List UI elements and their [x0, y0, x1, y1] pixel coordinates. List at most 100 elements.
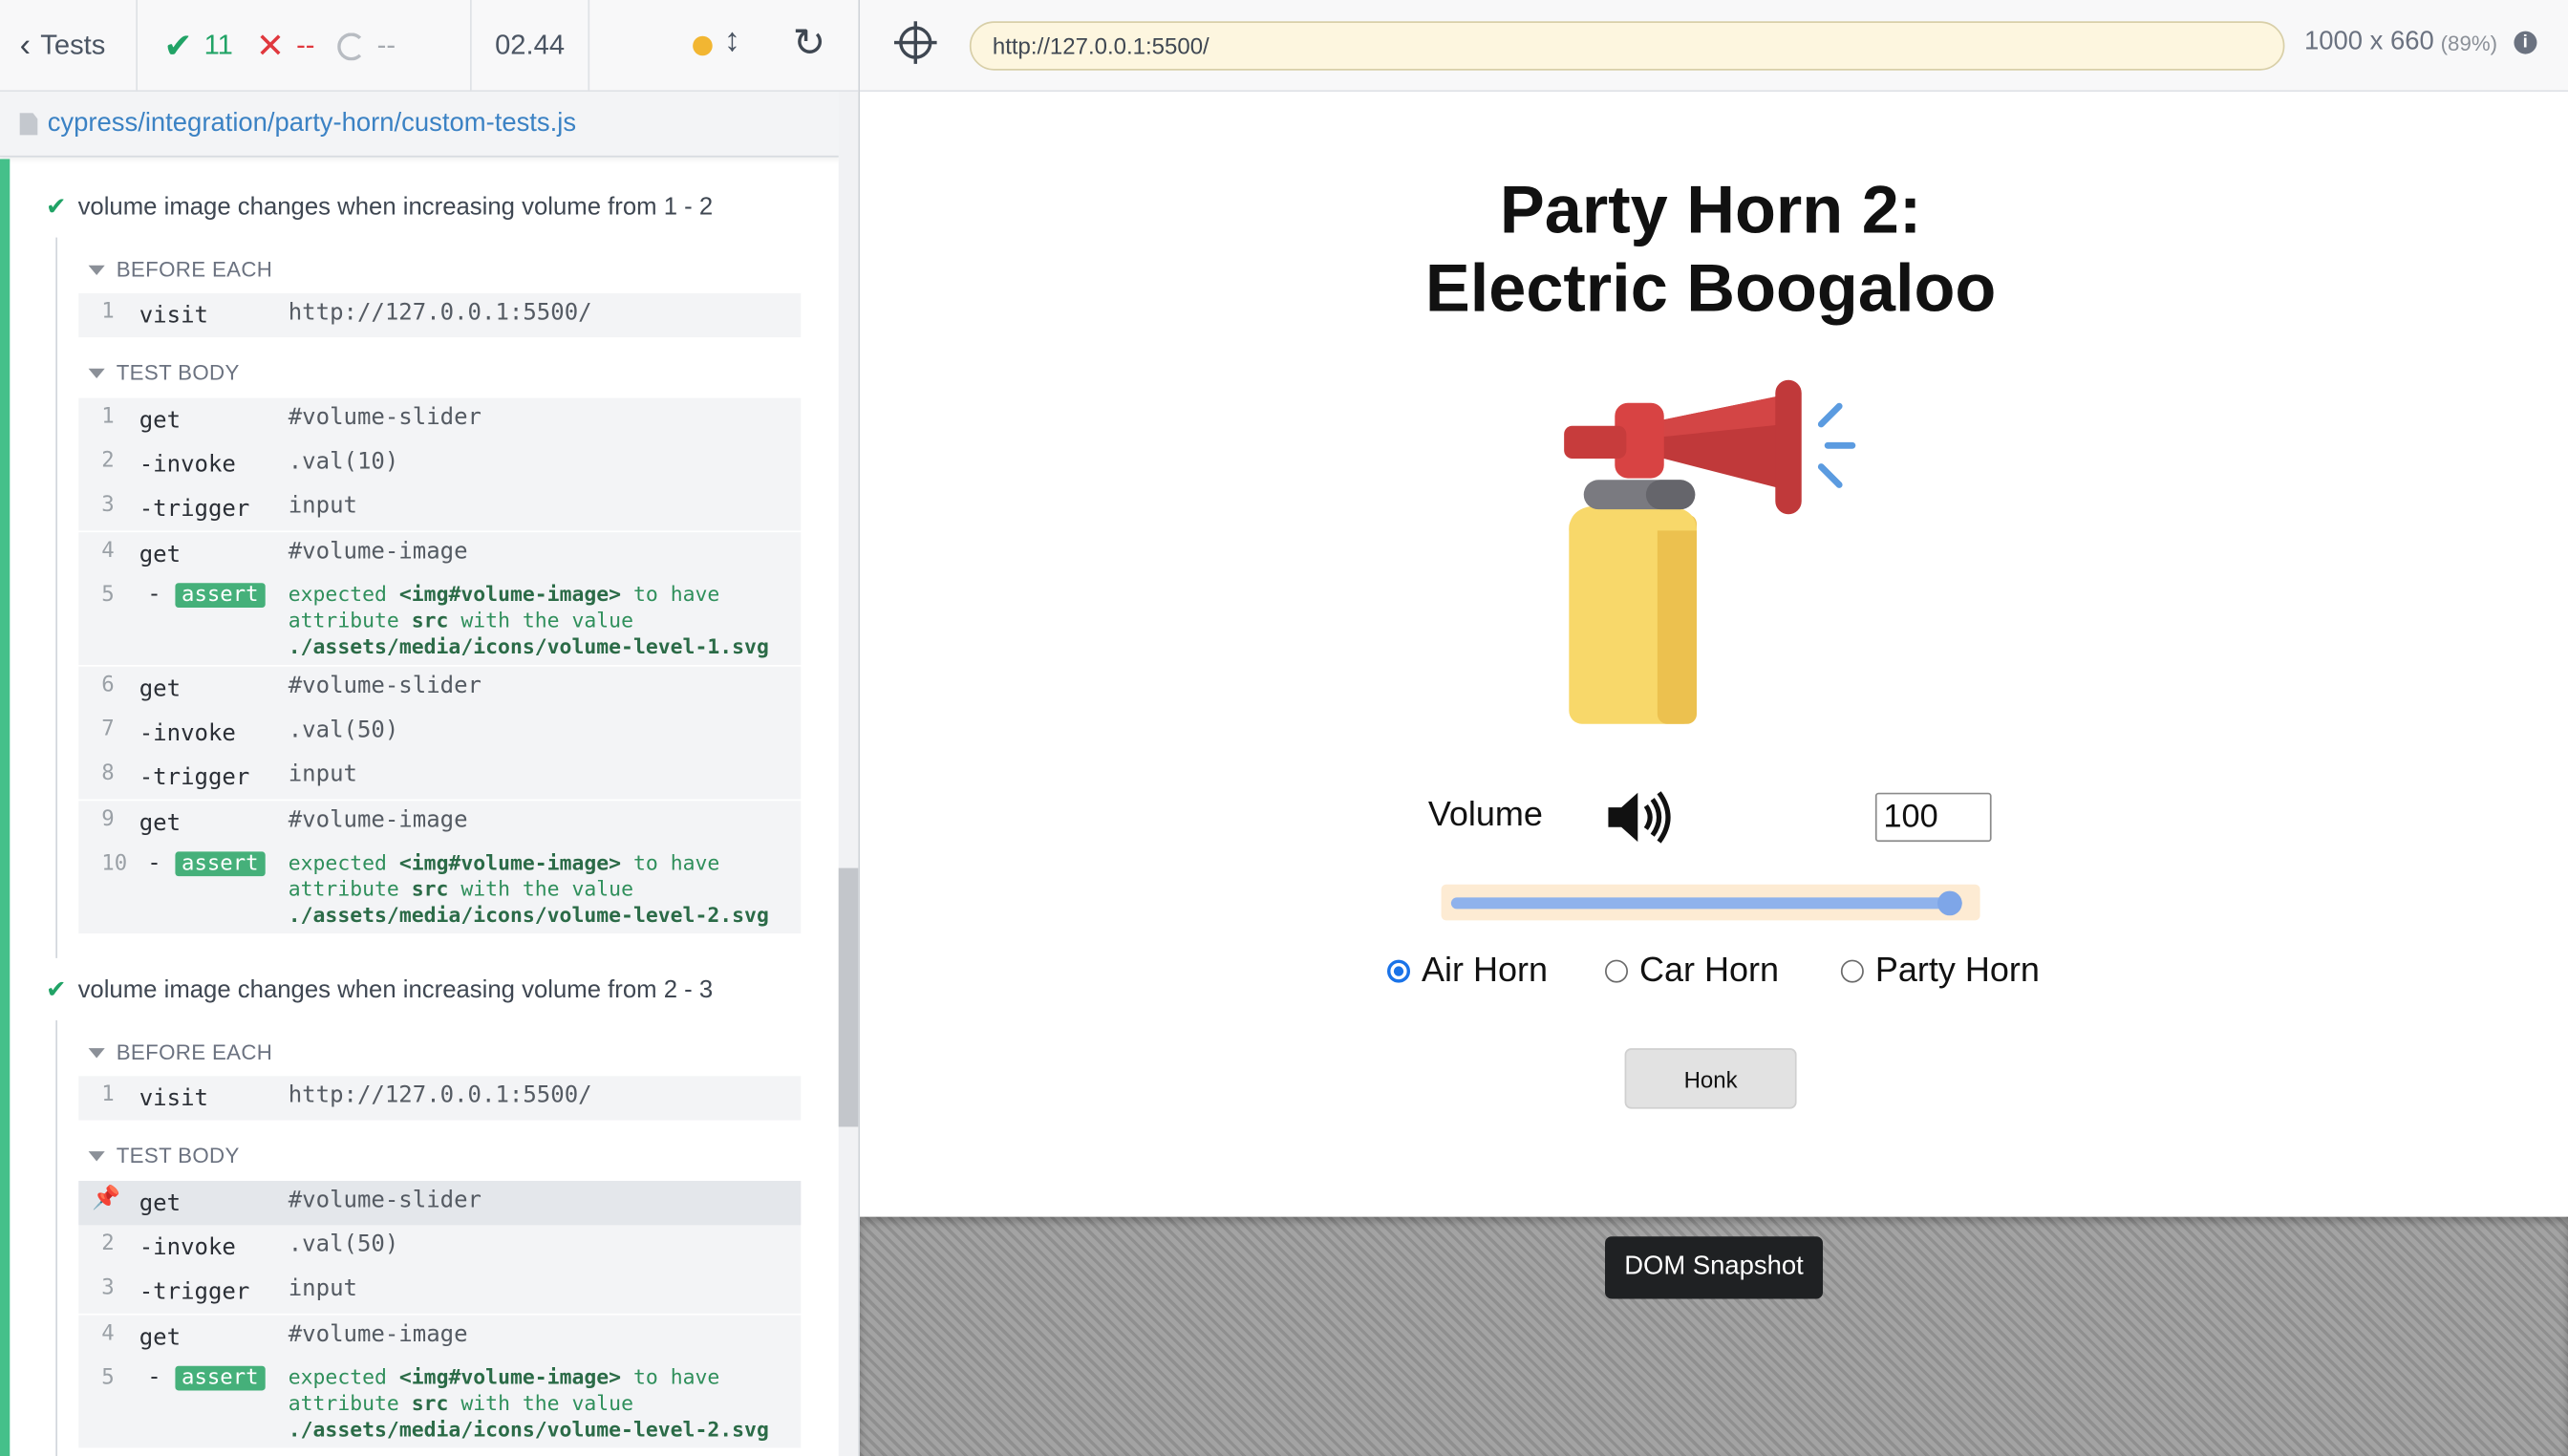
command-row[interactable]: 6 get #volume-slider	[78, 667, 801, 711]
command-group: 6 get #volume-slider 7 -invoke .val(50) …	[78, 666, 802, 800]
assert-badge: assert	[175, 583, 266, 609]
command-number: 8	[101, 761, 115, 786]
radio-button-checked[interactable]	[1387, 959, 1411, 983]
command-row[interactable]: 8 -trigger input	[78, 755, 801, 799]
command-row[interactable]: 1 visit http://127.0.0.1:5500/	[78, 293, 801, 337]
spec-path-link[interactable]: cypress/integration/party-horn/custom-te…	[48, 109, 576, 139]
selector-playground-icon[interactable]	[894, 21, 937, 64]
command-number: 7	[101, 717, 115, 742]
assert-value: ./assets/media/icons/volume-level-2.svg	[288, 1416, 769, 1442]
pin-icon[interactable]: 📌	[92, 1186, 120, 1211]
command-row[interactable]: 2 -invoke .val(50)	[78, 1225, 801, 1269]
scrollbar-thumb[interactable]	[838, 867, 859, 1127]
radio-label: Car Horn	[1639, 952, 1780, 990]
assert-row[interactable]: 5 - assert expected <img#volume-image> t…	[78, 576, 801, 665]
honk-button[interactable]: Honk	[1624, 1048, 1797, 1109]
assert-row[interactable]: 5 - assert expected <img#volume-image> t…	[78, 1360, 801, 1448]
command-number: 3	[101, 493, 115, 518]
command-number: 4	[101, 539, 115, 564]
command-number: 3	[101, 1275, 115, 1301]
test-title-row[interactable]: ✔ volume image changes when increasing v…	[46, 188, 816, 225]
volume-slider[interactable]	[1441, 884, 1980, 921]
failed-stat[interactable]: ✕ --	[256, 26, 315, 67]
test-item: ✔ volume image changes when increasing v…	[46, 972, 816, 1456]
command-number: 1	[101, 1082, 115, 1107]
command-row[interactable]: 3 -trigger input	[78, 1270, 801, 1314]
status-dot-icon	[693, 35, 713, 56]
passed-stat[interactable]: ✔ 11	[163, 26, 232, 67]
hook-label: TEST BODY	[116, 360, 240, 385]
volume-slider-thumb[interactable]	[1937, 890, 1962, 916]
command-log: ✔ volume image changes when increasing v…	[0, 159, 840, 1456]
command-message: #volume-image	[288, 1321, 468, 1348]
command-row[interactable]: 1 visit http://127.0.0.1:5500/	[78, 1076, 801, 1120]
radio-label: Air Horn	[1422, 952, 1549, 990]
command-number: 4	[101, 1321, 115, 1347]
auto-scroll-toggle-icon[interactable]: ↕	[724, 23, 740, 60]
viewport-scale: (89%)	[2440, 30, 2498, 55]
radio-button[interactable]	[1840, 959, 1864, 983]
url-bar[interactable]: http://127.0.0.1:5500/	[969, 21, 2285, 71]
radio-car-horn[interactable]: Car Horn	[1605, 952, 1779, 991]
volume-number-input[interactable]	[1874, 792, 1992, 843]
volume-slider-track[interactable]	[1450, 897, 1962, 910]
command-group: 1 visit http://127.0.0.1:5500/	[78, 292, 802, 338]
before-each-hook[interactable]: BEFORE EACH	[88, 257, 273, 282]
command-message: http://127.0.0.1:5500/	[288, 299, 592, 327]
command-name: -invoke	[139, 1234, 236, 1262]
test-body-hook[interactable]: TEST BODY	[88, 1143, 240, 1168]
hook-label: BEFORE EACH	[116, 257, 273, 282]
reporter-controls: ↕ ↻	[589, 0, 858, 92]
radio-air-horn[interactable]: Air Horn	[1387, 952, 1548, 991]
run-duration: 02.44	[472, 0, 590, 93]
pending-stat[interactable]: --	[337, 30, 396, 62]
command-number: 2	[101, 448, 115, 474]
command-message: http://127.0.0.1:5500/	[288, 1082, 592, 1109]
test-title-row[interactable]: ✔ volume image changes when increasing v…	[46, 972, 816, 1008]
command-name: -invoke	[139, 452, 236, 479]
command-message: #volume-image	[288, 539, 468, 566]
indent-rule	[55, 1020, 58, 1456]
assert-attr: src	[411, 1390, 449, 1416]
volume-level-3-icon	[1608, 791, 1671, 844]
command-row[interactable]: 3 -trigger input	[78, 486, 801, 530]
assert-word: with the value	[460, 608, 633, 632]
viewport-info: 1000 x 660 (89%) i	[2304, 28, 2537, 57]
command-name: get	[139, 542, 182, 568]
info-icon[interactable]: i	[2514, 31, 2537, 54]
volume-label: Volume	[1427, 796, 1543, 834]
test-body-hook[interactable]: TEST BODY	[88, 360, 240, 385]
radio-button[interactable]	[1605, 959, 1629, 983]
assert-row[interactable]: 10 - assert expected <img#volume-image> …	[78, 846, 801, 934]
check-icon: ✔	[163, 27, 193, 65]
command-number: 5	[101, 583, 115, 609]
command-message: #volume-image	[288, 807, 468, 834]
command-row[interactable]: 2 -invoke .val(10)	[78, 442, 801, 486]
command-row[interactable]: 7 -invoke .val(50)	[78, 711, 801, 755]
command-row[interactable]: 1 get #volume-slider	[78, 398, 801, 442]
assert-subject: <img#volume-image>	[398, 581, 622, 607]
hook-label: TEST BODY	[116, 1143, 240, 1168]
before-each-hook[interactable]: BEFORE EACH	[88, 1040, 273, 1064]
command-message: input	[288, 1275, 357, 1302]
command-row[interactable]: 4 get #volume-image	[78, 532, 801, 576]
radio-party-horn[interactable]: Party Horn	[1840, 952, 2040, 991]
assert-value: ./assets/media/icons/volume-level-1.svg	[288, 633, 769, 659]
assert-word: attribute	[288, 876, 399, 901]
command-row[interactable]: 9 get #volume-image	[78, 801, 801, 845]
tests-button[interactable]: ‹ Tests	[0, 0, 139, 93]
app-under-test: Party Horn 2: Electric Boogaloo Volume 1…	[860, 92, 2568, 1217]
test-title: volume image changes when increasing vol…	[77, 974, 714, 1004]
title-line-2: Electric Boogaloo	[1424, 250, 1997, 327]
assert-subject: <img#volume-image>	[398, 849, 622, 875]
command-row[interactable]: 4 get #volume-image	[78, 1316, 801, 1360]
command-name: -trigger	[139, 764, 250, 792]
command-name: get	[139, 676, 182, 703]
radio-label: Party Horn	[1874, 952, 2040, 990]
command-number: 10	[101, 851, 128, 877]
assert-command: - assert	[147, 1364, 266, 1391]
assert-value: ./assets/media/icons/volume-level-2.svg	[288, 902, 769, 928]
rerun-icon[interactable]: ↻	[793, 20, 825, 68]
reporter-scrollbar[interactable]	[838, 92, 859, 1456]
command-row-pinned[interactable]: 📌 get #volume-slider	[78, 1181, 802, 1226]
